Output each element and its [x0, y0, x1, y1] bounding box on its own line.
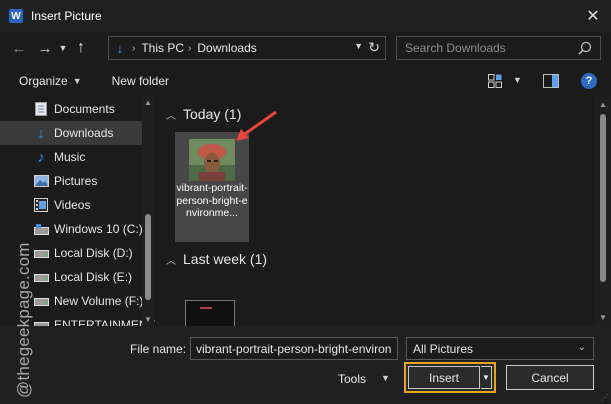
insert-button[interactable]: Insert: [408, 366, 480, 389]
new-folder-button[interactable]: New folder: [112, 74, 169, 88]
image-thumbnail[interactable]: [185, 300, 235, 326]
chevron-down-icon: ▼: [482, 373, 490, 382]
documents-icon: [33, 101, 49, 117]
watermark-text: @thegeekpage.com: [14, 242, 33, 398]
forward-button[interactable]: →: [34, 37, 56, 59]
file-list: ︿ Today (1) vibrant-portrait-person-brig…: [158, 96, 595, 326]
insert-button-highlight: Insert ▼: [404, 362, 496, 393]
chevron-down-icon[interactable]: ▼: [381, 373, 390, 383]
image-thumbnail: [189, 139, 235, 181]
address-bar[interactable]: ↓ › This PC › Downloads ▼ ↻: [108, 36, 386, 60]
nav-item-label: Windows 10 (C:): [54, 222, 143, 236]
help-icon[interactable]: ?: [581, 73, 597, 89]
music-icon: ♪: [37, 148, 45, 166]
nav-item-label: Documents: [54, 102, 115, 116]
refresh-icon[interactable]: ↻: [368, 39, 380, 56]
nav-item-documents[interactable]: Documents: [0, 97, 142, 121]
arrow-right-icon: →: [37, 39, 53, 57]
chevron-up-icon: ︿: [166, 255, 176, 267]
navigation-pane-scrollbar[interactable]: ▲ ▼: [142, 96, 154, 326]
scroll-up-icon[interactable]: ▲: [599, 100, 607, 109]
nav-item-label: Local Disk (D:): [54, 246, 133, 260]
cancel-button[interactable]: Cancel: [506, 365, 594, 390]
drive-icon: [33, 221, 49, 237]
nav-item-label: Downloads: [54, 126, 114, 140]
nav-item-music[interactable]: ♪ Music: [0, 145, 142, 169]
breadcrumb-downloads[interactable]: Downloads: [197, 41, 256, 55]
tools-button[interactable]: Tools: [338, 372, 366, 386]
chevron-down-icon: ⌄: [577, 342, 586, 353]
group-header-today[interactable]: ︿ Today (1): [166, 106, 241, 122]
file-name-field[interactable]: [190, 337, 398, 360]
drive-icon: [33, 317, 49, 326]
arrow-up-icon: ↑: [77, 39, 85, 56]
breadcrumb-separator-icon: ›: [132, 42, 136, 54]
organize-button[interactable]: Organize: [19, 74, 68, 88]
chevron-down-icon: ▼: [58, 43, 68, 53]
watermark: @thegeekpage.com: [2, 208, 33, 398]
drive-icon: [33, 245, 49, 261]
file-type-select[interactable]: All Pictures ⌄: [406, 337, 594, 360]
title-bar: W Insert Picture ✕: [0, 0, 611, 32]
close-icon: ✕: [586, 8, 600, 25]
preview-pane-icon[interactable]: [543, 74, 559, 88]
navigation-bar: ← → ▼ ↑ ↓ › This PC › Downloads ▼ ↻: [0, 32, 611, 64]
drive-icon: [33, 269, 49, 285]
downloads-icon: ↓: [37, 124, 45, 142]
chevron-down-icon: ▼: [72, 76, 82, 86]
file-name-label: File name:: [130, 342, 187, 356]
nav-item-label: Local Disk (E:): [54, 270, 133, 284]
nav-item-label: ENTERTAINMENT: [54, 318, 155, 326]
up-button[interactable]: ↑: [70, 37, 92, 59]
word-app-icon: W: [9, 9, 23, 23]
window-title: Insert Picture: [31, 9, 102, 23]
scrollbar-thumb[interactable]: [145, 214, 151, 300]
breadcrumb-this-pc[interactable]: This PC: [141, 41, 184, 55]
drive-icon: [33, 293, 49, 309]
scrollbar-thumb[interactable]: [600, 114, 606, 282]
file-type-value: All Pictures: [413, 341, 474, 356]
arrow-left-icon: ←: [11, 39, 27, 57]
nav-item-label: New Volume (F:): [54, 294, 144, 308]
scroll-down-icon[interactable]: ▼: [144, 315, 152, 324]
breadcrumb-separator-icon: ›: [188, 42, 192, 54]
view-options-icon[interactable]: [488, 74, 502, 88]
file-name: vibrant-portrait-person-bright-environme…: [176, 182, 248, 219]
back-button[interactable]: ←: [8, 37, 30, 59]
close-button[interactable]: ✕: [583, 6, 603, 26]
downloads-icon: ↓: [116, 40, 124, 56]
annotation-arrow-icon: [236, 110, 277, 141]
pictures-icon: [33, 173, 49, 189]
nav-item-label: Videos: [54, 198, 91, 212]
videos-icon: [33, 197, 49, 213]
view-dropdown-icon[interactable]: ▼: [513, 75, 522, 85]
chevron-up-icon: ︿: [166, 110, 176, 122]
recent-locations-button[interactable]: ▼: [56, 37, 70, 59]
insert-options-button[interactable]: ▼: [481, 366, 492, 389]
search-input[interactable]: [397, 41, 572, 55]
file-list-scrollbar[interactable]: ▲ ▼: [595, 96, 611, 326]
group-label: Last week (1): [183, 251, 268, 267]
resize-grip-icon[interactable]: ⋰: [601, 393, 609, 402]
command-bar: Organize ▼ New folder ▼ ?: [0, 66, 611, 96]
search-box[interactable]: [396, 36, 601, 60]
search-icon: [578, 41, 592, 55]
scroll-up-icon[interactable]: ▲: [144, 98, 152, 107]
file-name-input[interactable]: [191, 338, 391, 356]
nav-item-pictures[interactable]: Pictures: [0, 169, 142, 193]
address-dropdown-icon[interactable]: ▼: [354, 41, 363, 51]
nav-item-label: Music: [54, 150, 86, 164]
dialog-footer: File name: All Pictures ⌄ Tools ▼ Insert…: [0, 326, 611, 404]
group-header-last-week[interactable]: ︿ Last week (1): [166, 251, 267, 267]
file-tile[interactable]: vibrant-portrait-person-bright-environme…: [175, 132, 249, 242]
nav-item-downloads[interactable]: ↓ Downloads: [0, 121, 142, 145]
nav-item-label: Pictures: [54, 174, 98, 188]
scroll-down-icon[interactable]: ▼: [599, 313, 607, 322]
